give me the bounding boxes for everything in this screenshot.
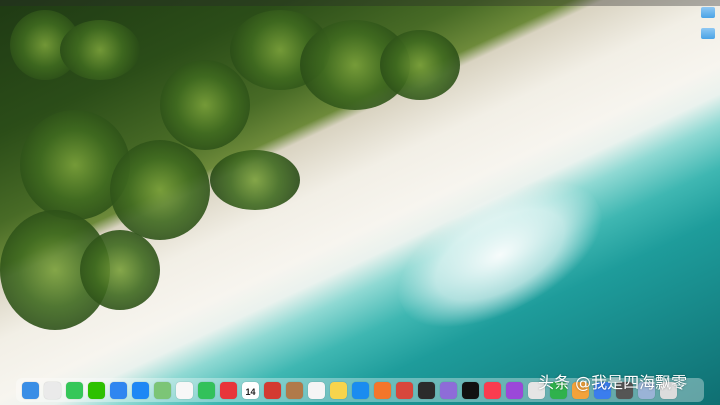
- netease-music-icon[interactable]: [264, 381, 281, 399]
- palm-tree: [380, 30, 460, 100]
- podcasts-icon[interactable]: [506, 381, 523, 399]
- folder-icon[interactable]: [701, 7, 715, 18]
- contacts-icon[interactable]: [286, 381, 303, 399]
- apple-tv-icon[interactable]: [462, 381, 479, 399]
- folder-icon[interactable]: [701, 28, 715, 39]
- messages-icon[interactable]: [66, 381, 83, 399]
- safari-icon[interactable]: [352, 381, 369, 399]
- notes-icon[interactable]: [330, 381, 347, 399]
- calendar-icon[interactable]: 14: [242, 381, 259, 399]
- reminders-icon[interactable]: [308, 381, 325, 399]
- finder-icon[interactable]: [22, 381, 39, 399]
- remote-desktop-icon[interactable]: [396, 381, 413, 399]
- launchpad-icon[interactable]: [44, 381, 61, 399]
- maps-icon[interactable]: [154, 381, 171, 399]
- app-icon[interactable]: [440, 381, 457, 399]
- app-store-icon[interactable]: [132, 381, 149, 399]
- audio-app-icon[interactable]: [220, 381, 237, 399]
- menu-bar: [0, 0, 720, 6]
- terminal-icon[interactable]: [418, 381, 435, 399]
- wechat-icon[interactable]: [88, 381, 105, 399]
- facetime-icon[interactable]: [198, 381, 215, 399]
- calendar-day-number: 14: [245, 386, 256, 397]
- firefox-icon[interactable]: [374, 381, 391, 399]
- palm-tree: [160, 60, 250, 150]
- palm-tree: [110, 140, 210, 240]
- watermark-text: 头条 @我是四海飘零: [538, 373, 688, 392]
- photos-icon[interactable]: [176, 381, 193, 399]
- palm-tree: [60, 20, 140, 80]
- palm-tree: [210, 150, 300, 210]
- music-icon[interactable]: [484, 381, 501, 399]
- mail-icon[interactable]: [110, 381, 127, 399]
- palm-tree: [80, 230, 160, 310]
